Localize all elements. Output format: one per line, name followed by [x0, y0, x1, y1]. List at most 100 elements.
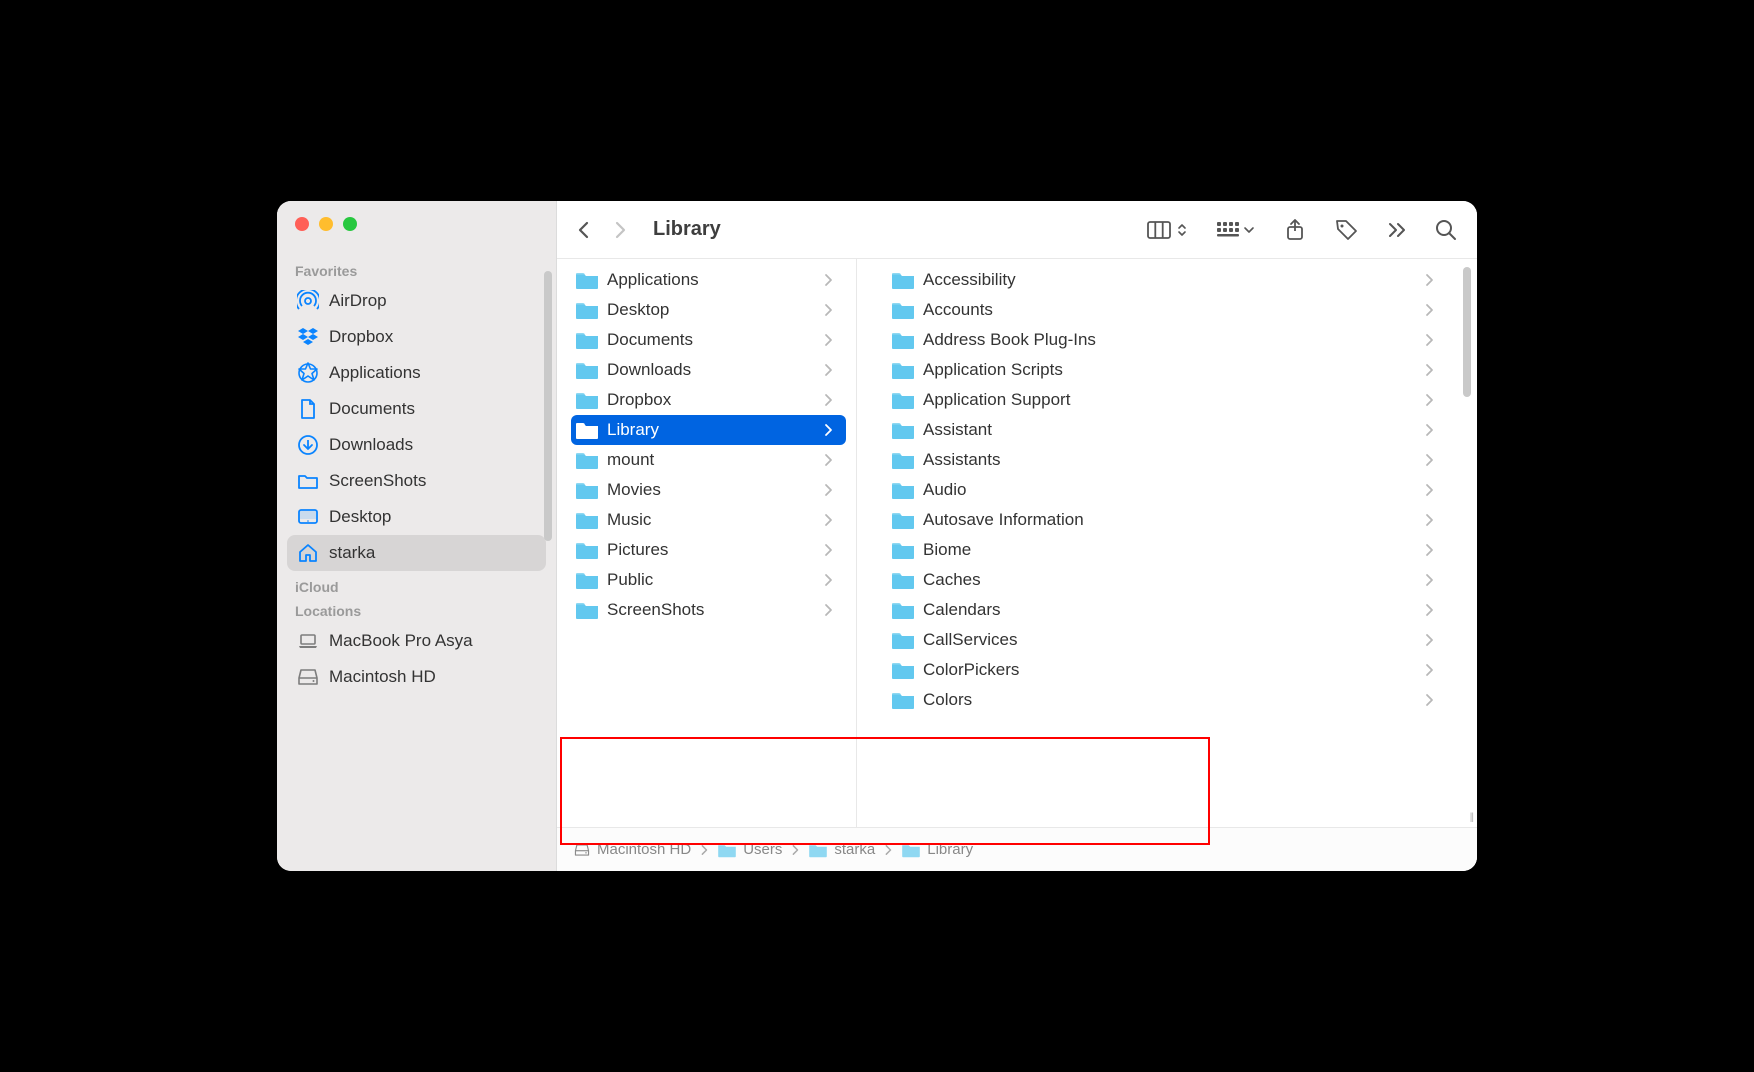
- sidebar-section-label: iCloud: [295, 579, 538, 595]
- chevron-right-icon: [1423, 633, 1435, 647]
- folder-icon: [891, 330, 915, 350]
- folder-row[interactable]: Assistant: [887, 415, 1447, 445]
- folder-row[interactable]: Documents: [571, 325, 846, 355]
- columns-view: Applications Desktop Documents Downloads…: [557, 259, 1477, 827]
- folder-row[interactable]: Music: [571, 505, 846, 535]
- folder-label: Assistant: [923, 420, 1423, 440]
- chevron-right-icon: [1423, 303, 1435, 317]
- tags-button[interactable]: [1335, 218, 1359, 242]
- path-item[interactable]: Library: [901, 841, 973, 858]
- folder-row[interactable]: Caches: [887, 565, 1447, 595]
- sidebar-item-applications[interactable]: Applications: [287, 355, 546, 391]
- share-button[interactable]: [1283, 218, 1307, 242]
- maximize-window-button[interactable]: [343, 217, 357, 231]
- folder-icon: [575, 480, 599, 500]
- folder-label: Music: [607, 510, 822, 530]
- folder-icon: [575, 330, 599, 350]
- folder-icon: [297, 470, 319, 492]
- sidebar-item-dropbox[interactable]: Dropbox: [287, 319, 546, 355]
- sidebar-item-documents[interactable]: Documents: [287, 391, 546, 427]
- folder-row[interactable]: Biome: [887, 535, 1447, 565]
- folder-icon: [891, 510, 915, 530]
- folder-row[interactable]: Autosave Information: [887, 505, 1447, 535]
- sidebar-item-airdrop[interactable]: AirDrop: [287, 283, 546, 319]
- folder-icon: [891, 630, 915, 650]
- folder-icon: [901, 842, 921, 858]
- folder-icon: [891, 480, 915, 500]
- folder-row[interactable]: Downloads: [571, 355, 846, 385]
- chevron-right-icon: [822, 393, 834, 407]
- path-separator-icon: [881, 844, 895, 856]
- folder-label: Autosave Information: [923, 510, 1423, 530]
- folder-label: ColorPickers: [923, 660, 1423, 680]
- sidebar-item-label: Downloads: [329, 435, 413, 455]
- folder-icon: [575, 510, 599, 530]
- folder-row[interactable]: Assistants: [887, 445, 1447, 475]
- minimize-window-button[interactable]: [319, 217, 333, 231]
- path-item[interactable]: Macintosh HD: [573, 841, 691, 858]
- folder-row[interactable]: Address Book Plug-Ins: [887, 325, 1447, 355]
- chevron-right-icon: [1423, 333, 1435, 347]
- chevron-right-icon: [822, 333, 834, 347]
- folder-icon: [891, 660, 915, 680]
- folder-icon: [891, 600, 915, 620]
- column-resize-handle[interactable]: ||: [1470, 812, 1473, 823]
- sidebar-item-screenshots[interactable]: ScreenShots: [287, 463, 546, 499]
- column-parent: Applications Desktop Documents Downloads…: [557, 259, 857, 827]
- folder-row[interactable]: Desktop: [571, 295, 846, 325]
- folder-row[interactable]: Calendars: [887, 595, 1447, 625]
- folder-row[interactable]: Application Scripts: [887, 355, 1447, 385]
- more-button[interactable]: [1387, 221, 1407, 239]
- airdrop-icon: [297, 290, 319, 312]
- folder-icon: [891, 570, 915, 590]
- folder-row[interactable]: ColorPickers: [887, 655, 1447, 685]
- sidebar-item-downloads[interactable]: Downloads: [287, 427, 546, 463]
- chevron-right-icon: [822, 543, 834, 557]
- sidebar-item-label: Dropbox: [329, 327, 393, 347]
- sidebar-item-macbook-pro-asya[interactable]: MacBook Pro Asya: [287, 623, 546, 659]
- search-button[interactable]: [1435, 219, 1457, 241]
- folder-row[interactable]: Pictures: [571, 535, 846, 565]
- folder-label: Biome: [923, 540, 1423, 560]
- folder-row[interactable]: Applications: [571, 265, 846, 295]
- folder-label: Movies: [607, 480, 822, 500]
- sidebar-item-label: MacBook Pro Asya: [329, 631, 473, 651]
- back-button[interactable]: [567, 212, 603, 248]
- window-controls: [295, 217, 546, 231]
- path-item-label: starka: [834, 841, 875, 858]
- path-item[interactable]: Users: [717, 841, 782, 858]
- folder-row[interactable]: Audio: [887, 475, 1447, 505]
- forward-button[interactable]: [603, 212, 639, 248]
- folder-row[interactable]: ScreenShots: [571, 595, 846, 625]
- path-item-label: Macintosh HD: [597, 841, 691, 858]
- column-scrollbar[interactable]: [1463, 267, 1471, 397]
- folder-row[interactable]: Colors: [887, 685, 1447, 715]
- folder-row[interactable]: Application Support: [887, 385, 1447, 415]
- window-title: Library: [653, 218, 1147, 241]
- folder-icon: [891, 390, 915, 410]
- folder-label: Documents: [607, 330, 822, 350]
- sidebar-item-starka[interactable]: starka: [287, 535, 546, 571]
- folder-row[interactable]: CallServices: [887, 625, 1447, 655]
- chevron-right-icon: [1423, 543, 1435, 557]
- folder-label: Caches: [923, 570, 1423, 590]
- folder-row[interactable]: Library: [571, 415, 846, 445]
- sidebar-section-label: Favorites: [295, 263, 538, 279]
- close-window-button[interactable]: [295, 217, 309, 231]
- folder-row[interactable]: Dropbox: [571, 385, 846, 415]
- folder-row[interactable]: mount: [571, 445, 846, 475]
- folder-row[interactable]: Accounts: [887, 295, 1447, 325]
- chevron-right-icon: [1423, 603, 1435, 617]
- folder-row[interactable]: Movies: [571, 475, 846, 505]
- download-icon: [297, 434, 319, 456]
- folder-row[interactable]: Accessibility: [887, 265, 1447, 295]
- group-by-button[interactable]: [1217, 222, 1255, 238]
- view-mode-columns-button[interactable]: [1147, 219, 1189, 241]
- sidebar-item-desktop[interactable]: Desktop: [287, 499, 546, 535]
- chevron-right-icon: [822, 513, 834, 527]
- folder-row[interactable]: Public: [571, 565, 846, 595]
- path-item[interactable]: starka: [808, 841, 875, 858]
- column-current: Accessibility Accounts Address Book Plug…: [857, 259, 1477, 827]
- sidebar-scrollbar[interactable]: [544, 271, 552, 541]
- sidebar-item-macintosh-hd[interactable]: Macintosh HD: [287, 659, 546, 695]
